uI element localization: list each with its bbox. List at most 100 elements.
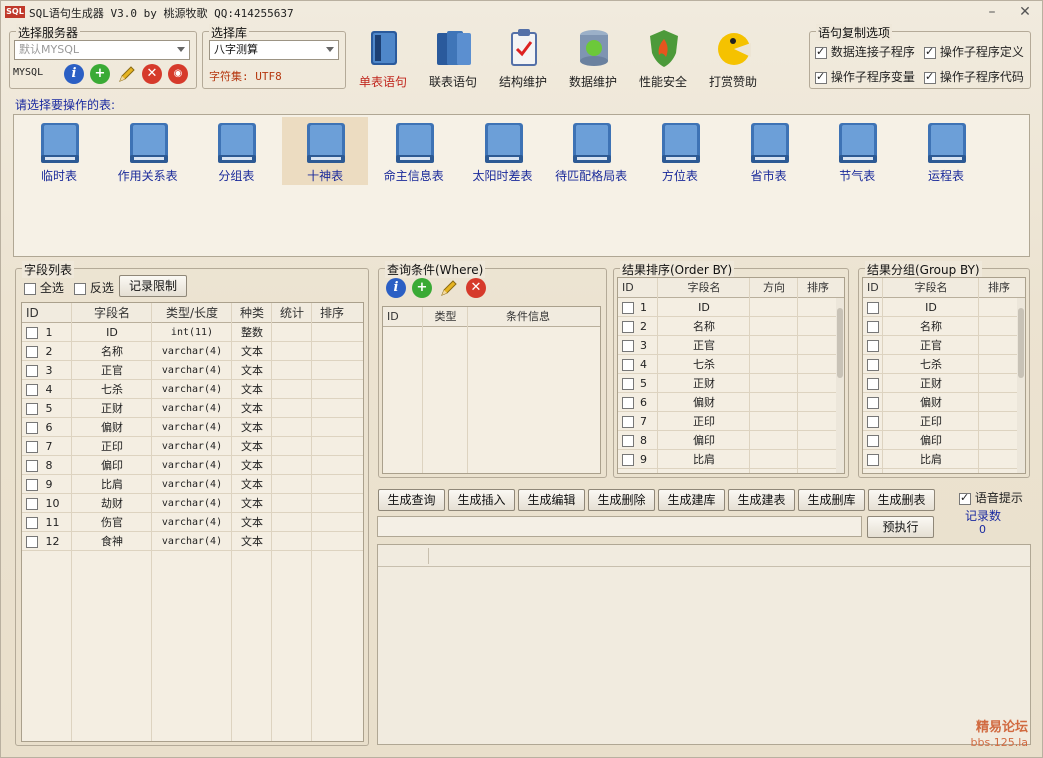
column-header[interactable]: 排序 bbox=[798, 278, 838, 298]
add-icon[interactable]: + bbox=[90, 64, 110, 84]
table-item[interactable]: 分组表 bbox=[193, 117, 279, 185]
table-item[interactable]: 省市表 bbox=[726, 117, 812, 185]
row-checkbox[interactable] bbox=[867, 321, 879, 333]
row-checkbox[interactable] bbox=[26, 327, 38, 339]
table-item[interactable]: 临时表 bbox=[16, 117, 102, 185]
copy-option-checkbox[interactable]: 数据连接子程序 bbox=[815, 43, 915, 60]
table-row[interactable]: 8 偏印 bbox=[618, 431, 844, 450]
table-item[interactable]: 十神表 bbox=[282, 117, 369, 185]
table-row[interactable]: 正财 bbox=[863, 374, 1025, 393]
pre-execute-button[interactable]: 预执行 bbox=[867, 516, 934, 538]
edit-pencil-icon[interactable] bbox=[439, 278, 457, 298]
action-button[interactable]: 生成建库 bbox=[658, 489, 725, 511]
table-row[interactable]: ID bbox=[863, 298, 1025, 317]
row-checkbox[interactable] bbox=[622, 435, 634, 447]
row-checkbox[interactable] bbox=[26, 479, 38, 491]
add-condition-icon[interactable]: + bbox=[412, 278, 432, 298]
toolbar-button-5[interactable]: 性能安全 bbox=[629, 25, 697, 91]
row-checkbox[interactable] bbox=[622, 340, 634, 352]
table-row[interactable]: 正印 bbox=[863, 412, 1025, 431]
row-checkbox[interactable] bbox=[622, 359, 634, 371]
row-checkbox[interactable] bbox=[26, 422, 38, 434]
table-row[interactable]: 7 正印 bbox=[618, 412, 844, 431]
action-button[interactable]: 生成删除 bbox=[588, 489, 655, 511]
table-row[interactable]: 4 七杀 bbox=[618, 355, 844, 374]
column-header[interactable]: 种类 bbox=[232, 303, 272, 323]
table-item[interactable]: 运程表 bbox=[903, 117, 989, 185]
table-row[interactable]: 1 ID bbox=[618, 298, 844, 317]
table-row[interactable]: 偏财 bbox=[863, 393, 1025, 412]
voice-hint-checkbox[interactable]: 语音提示 bbox=[959, 489, 1023, 506]
scrollbar[interactable] bbox=[836, 298, 844, 473]
column-header[interactable]: ID bbox=[383, 307, 423, 327]
table-row[interactable]: 七杀 bbox=[863, 355, 1025, 374]
row-checkbox[interactable] bbox=[26, 517, 38, 529]
info-icon[interactable]: i bbox=[64, 64, 84, 84]
table-row[interactable]: 名称 bbox=[863, 317, 1025, 336]
row-checkbox[interactable] bbox=[622, 416, 634, 428]
toolbar-button-6[interactable]: 打赏赞助 bbox=[699, 25, 767, 91]
row-checkbox[interactable] bbox=[26, 536, 38, 548]
row-checkbox[interactable] bbox=[867, 435, 879, 447]
table-row[interactable]: 3 正官 bbox=[618, 336, 844, 355]
row-checkbox[interactable] bbox=[26, 498, 38, 510]
close-icon[interactable]: ✕ bbox=[1014, 3, 1036, 21]
row-checkbox[interactable] bbox=[622, 302, 634, 314]
column-header[interactable]: ID bbox=[863, 278, 883, 298]
table-item[interactable]: 太阳时差表 bbox=[460, 117, 546, 185]
toolbar-button-3[interactable]: 结构维护 bbox=[489, 25, 557, 91]
row-checkbox[interactable] bbox=[867, 454, 879, 466]
toolbar-button-1[interactable]: 单表语句 bbox=[349, 25, 417, 91]
row-checkbox[interactable] bbox=[26, 441, 38, 453]
row-checkbox[interactable] bbox=[26, 384, 38, 396]
row-checkbox[interactable] bbox=[867, 397, 879, 409]
result-grid[interactable] bbox=[377, 544, 1031, 745]
copy-option-checkbox[interactable]: 操作子程序变量 bbox=[815, 68, 915, 85]
column-header[interactable]: 统计 bbox=[272, 303, 312, 323]
column-header[interactable]: 排序 bbox=[312, 303, 352, 323]
column-header[interactable]: ID bbox=[22, 303, 72, 323]
database-select[interactable]: 八字测算 bbox=[209, 40, 339, 60]
copy-option-checkbox[interactable]: 操作子程序代码 bbox=[924, 68, 1024, 85]
minimize-icon[interactable]: – bbox=[981, 3, 1003, 21]
sql-output-input[interactable] bbox=[377, 516, 862, 537]
edit-pencil-icon[interactable] bbox=[117, 64, 135, 84]
delete-condition-icon[interactable]: ✕ bbox=[466, 278, 486, 298]
row-checkbox[interactable] bbox=[26, 346, 38, 358]
row-checkbox[interactable] bbox=[26, 365, 38, 377]
column-header[interactable]: 字段名 bbox=[72, 303, 152, 323]
action-button[interactable]: 生成删表 bbox=[868, 489, 935, 511]
invert-selection-checkbox[interactable]: 反选 bbox=[74, 279, 114, 296]
table-row[interactable]: 6 偏财 bbox=[618, 393, 844, 412]
scrollbar-thumb[interactable] bbox=[837, 308, 843, 378]
row-checkbox[interactable] bbox=[26, 403, 38, 415]
table-row[interactable]: 9 比肩 bbox=[618, 450, 844, 469]
toolbar-button-4[interactable]: 数据维护 bbox=[559, 25, 627, 91]
table-item[interactable]: 命主信息表 bbox=[371, 117, 457, 185]
connection-icon[interactable]: ◉ bbox=[168, 64, 188, 84]
row-checkbox[interactable] bbox=[622, 454, 634, 466]
table-row[interactable]: 偏印 bbox=[863, 431, 1025, 450]
column-header[interactable]: 条件信息 bbox=[468, 307, 588, 327]
table-row[interactable]: 5 正财 bbox=[618, 374, 844, 393]
action-button[interactable]: 生成编辑 bbox=[518, 489, 585, 511]
row-checkbox[interactable] bbox=[867, 378, 879, 390]
column-header[interactable]: 排序 bbox=[979, 278, 1019, 298]
info-icon[interactable]: i bbox=[386, 278, 406, 298]
column-header[interactable]: 字段名 bbox=[658, 278, 750, 298]
column-header[interactable]: ID bbox=[618, 278, 658, 298]
table-row[interactable]: 正官 bbox=[863, 336, 1025, 355]
action-button[interactable]: 生成删库 bbox=[798, 489, 865, 511]
select-all-checkbox[interactable]: 全选 bbox=[24, 279, 64, 296]
row-checkbox[interactable] bbox=[622, 397, 634, 409]
row-checkbox[interactable] bbox=[622, 378, 634, 390]
table-item[interactable]: 方位表 bbox=[637, 117, 723, 185]
row-checkbox[interactable] bbox=[622, 321, 634, 333]
toolbar-button-2[interactable]: 联表语句 bbox=[419, 25, 487, 91]
table-item[interactable]: 节气表 bbox=[814, 117, 900, 185]
table-row[interactable]: 比肩 bbox=[863, 450, 1025, 469]
column-header[interactable]: 类型/长度 bbox=[152, 303, 232, 323]
record-limit-button[interactable]: 记录限制 bbox=[119, 275, 187, 297]
row-checkbox[interactable] bbox=[867, 302, 879, 314]
scrollbar[interactable] bbox=[1017, 298, 1025, 473]
